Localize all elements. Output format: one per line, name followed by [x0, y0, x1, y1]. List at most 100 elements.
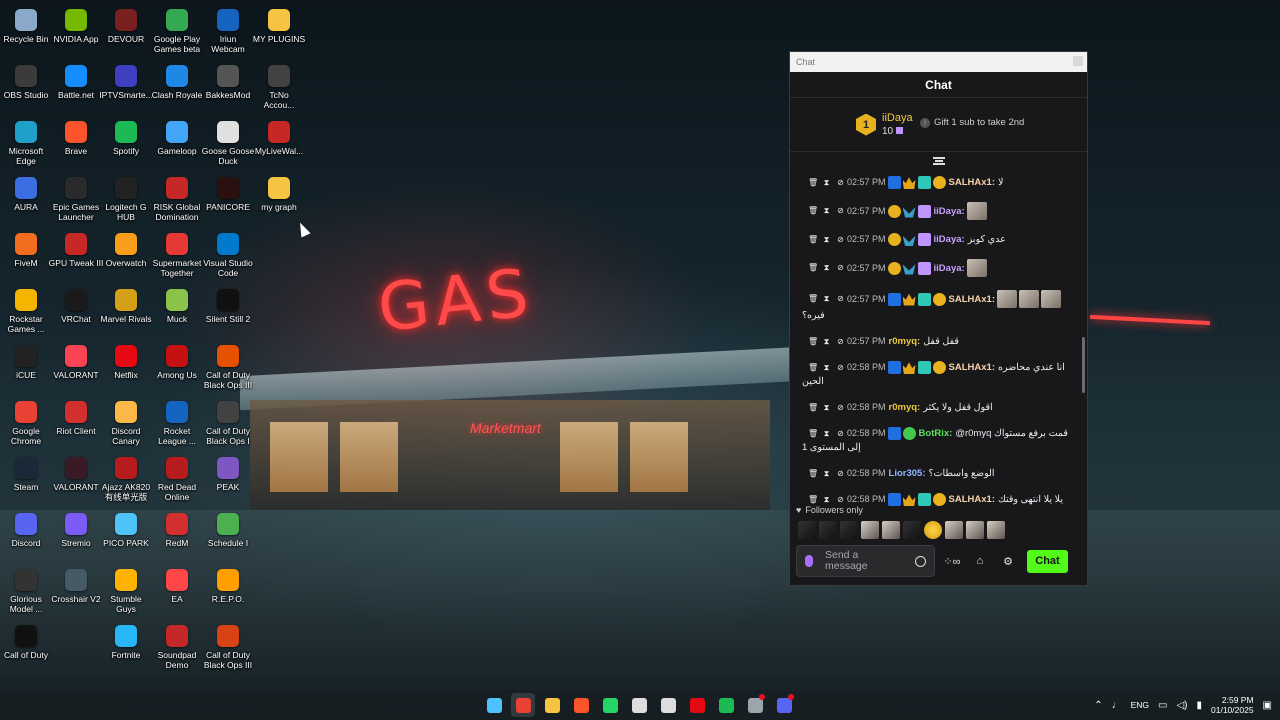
- ban-icon[interactable]: ⊘: [836, 402, 845, 414]
- chat-message[interactable]: 🗑 ⧗ ⊘ 02:58 PM Lior305: الوضع واسطات؟: [800, 461, 1075, 487]
- trash-icon[interactable]: 🗑: [808, 402, 818, 414]
- battery-icon[interactable]: ▮: [1196, 700, 1202, 711]
- desktop-icon[interactable]: Muck: [151, 284, 203, 324]
- ban-icon[interactable]: ⊘: [836, 205, 845, 217]
- network-icon[interactable]: ▭: [1158, 700, 1167, 711]
- settings-gear-icon[interactable]: ⚙: [997, 550, 1019, 572]
- desktop-icon[interactable]: Microsoft Edge: [0, 116, 52, 166]
- desktop-icon[interactable]: Riot Client: [50, 396, 102, 436]
- desktop-icon[interactable]: Among Us: [151, 340, 203, 380]
- window-titlebar[interactable]: Chat: [790, 52, 1087, 72]
- emote-button[interactable]: [882, 521, 900, 539]
- emote-button[interactable]: [924, 521, 942, 539]
- language-indicator[interactable]: ENG: [1131, 700, 1149, 710]
- desktop-icon[interactable]: Google Chrome: [0, 396, 52, 446]
- trash-icon[interactable]: 🗑: [808, 293, 818, 305]
- message-username[interactable]: r0myq:: [889, 402, 921, 413]
- trash-icon[interactable]: 🗑: [808, 205, 818, 217]
- chat-message[interactable]: 🗑 ⧗ ⊘ 02:57 PM iiDaya: عدي كوبز: [800, 227, 1075, 253]
- desktop-icon[interactable]: MyLiveWal...: [253, 116, 305, 156]
- message-username[interactable]: BotRix:: [919, 428, 953, 439]
- message-username[interactable]: SALHAx1:: [949, 177, 995, 188]
- message-username[interactable]: iiDaya:: [934, 263, 965, 274]
- trash-icon[interactable]: 🗑: [808, 468, 818, 480]
- desktop-icon[interactable]: Call of Duty Black Ops I: [202, 396, 254, 446]
- spotify-taskbar[interactable]: [714, 693, 738, 717]
- desktop-icon[interactable]: Overwatch: [100, 228, 152, 268]
- clock[interactable]: 2:59 PM 01/10/2025: [1211, 695, 1254, 715]
- desktop-icon[interactable]: TcNo Accou...: [253, 60, 305, 110]
- volume-icon[interactable]: ◁): [1176, 700, 1187, 711]
- desktop-icon[interactable]: R.E.P.O.: [202, 564, 254, 604]
- chat-message[interactable]: 🗑 ⧗ ⊘ 02:57 PM iiDaya:: [800, 253, 1075, 284]
- notification-icon[interactable]: ▣: [1263, 700, 1272, 711]
- trash-icon[interactable]: 🗑: [808, 234, 818, 246]
- timeout-icon[interactable]: ⧗: [822, 234, 831, 246]
- desktop-icon[interactable]: PANICORE: [202, 172, 254, 212]
- desktop-icon[interactable]: Clash Royale: [151, 60, 203, 100]
- g-hub-taskbar[interactable]: [627, 693, 651, 717]
- desktop-icon[interactable]: Iriun Webcam: [202, 4, 254, 54]
- timeout-icon[interactable]: ⧗: [822, 262, 831, 274]
- chat-message[interactable]: 🗑 ⧗ ⊘ 02:57 PM r0myq: قفل قفل: [800, 329, 1075, 355]
- desktop-icon[interactable]: RedM: [151, 508, 203, 548]
- desktop-icon[interactable]: Fortnite: [100, 620, 152, 660]
- ban-icon[interactable]: ⊘: [836, 494, 845, 506]
- trash-icon[interactable]: 🗑: [808, 336, 818, 348]
- trash-icon[interactable]: 🗑: [808, 362, 818, 374]
- desktop-icon[interactable]: Marvel Rivals: [100, 284, 152, 324]
- desktop-icon[interactable]: Netflix: [100, 340, 152, 380]
- trash-icon[interactable]: 🗑: [808, 428, 818, 440]
- desktop-icon[interactable]: EA: [151, 564, 203, 604]
- chat-message-list[interactable]: 🗑 ⧗ ⊘ 02:57 PM SALHAx1: لا 🗑 ⧗ ⊘ 02:57 PM iiDaya: 🗑…: [790, 170, 1087, 508]
- emote-button[interactable]: [966, 521, 984, 539]
- desktop-icon[interactable]: MY PLUGINS: [253, 4, 305, 44]
- discord-taskbar[interactable]: [772, 693, 796, 717]
- desktop-icon[interactable]: VALORANT: [50, 340, 102, 380]
- whatsapp-taskbar[interactable]: [598, 693, 622, 717]
- ban-icon[interactable]: ⊘: [836, 468, 845, 480]
- store-icon[interactable]: ⌂: [969, 550, 991, 572]
- desktop-icon[interactable]: iCUE: [0, 340, 52, 380]
- desktop-icon[interactable]: Recycle Bin: [0, 4, 52, 44]
- desktop-icon[interactable]: Call of Duty: [0, 620, 52, 660]
- top-gifter-panel[interactable]: 1 iiDaya 10 ⁝ Gift 1 sub to take 2nd: [790, 98, 1087, 152]
- timeout-icon[interactable]: ⧗: [822, 293, 831, 305]
- points-icon[interactable]: ⁘∞: [941, 550, 963, 572]
- ban-icon[interactable]: ⊘: [836, 262, 845, 274]
- ban-icon[interactable]: ⊘: [836, 428, 845, 440]
- desktop-icon[interactable]: Rocket League ...: [151, 396, 203, 446]
- message-username[interactable]: SALHAx1:: [949, 494, 995, 505]
- timeout-icon[interactable]: ⧗: [822, 494, 831, 506]
- desktop-icon[interactable]: Schedule I: [202, 508, 254, 548]
- filter-icon[interactable]: [932, 157, 945, 165]
- message-username[interactable]: SALHAx1:: [949, 362, 995, 373]
- timeout-icon[interactable]: ⧗: [822, 362, 831, 374]
- emote-button[interactable]: [987, 521, 1005, 539]
- ban-icon[interactable]: ⊘: [836, 362, 845, 374]
- desktop-icon[interactable]: Discord Canary: [100, 396, 152, 446]
- desktop-icon[interactable]: FiveM: [0, 228, 52, 268]
- microphone-tray-icon[interactable]: ♩: [1112, 700, 1122, 711]
- desktop-icon[interactable]: Logitech G HUB: [100, 172, 152, 222]
- desktop-icon[interactable]: BakkesMod: [202, 60, 254, 100]
- chat-message[interactable]: 🗑 ⧗ ⊘ 02:58 PM SALHAx1: انا عندي محاضره الحين: [800, 355, 1075, 395]
- emote-button[interactable]: [903, 521, 921, 539]
- timeout-icon[interactable]: ⧗: [822, 428, 831, 440]
- message-username[interactable]: Lior305:: [889, 468, 926, 479]
- desktop-icon[interactable]: GPU Tweak III: [49, 228, 103, 268]
- trash-icon[interactable]: 🗑: [808, 262, 818, 274]
- message-username[interactable]: iiDaya:: [934, 206, 965, 217]
- emote-button[interactable]: [819, 521, 837, 539]
- desktop-icon[interactable]: Ajazz AK820 有线单光版: [100, 452, 152, 502]
- message-username[interactable]: SALHAx1:: [949, 294, 995, 305]
- microphone-icon[interactable]: [805, 555, 813, 567]
- steam-taskbar[interactable]: [743, 693, 767, 717]
- desktop-icon[interactable]: OBS Studio: [0, 60, 52, 100]
- chat-message-input[interactable]: Send a message: [796, 545, 935, 577]
- ban-icon[interactable]: ⊘: [836, 177, 845, 189]
- desktop-icon[interactable]: Glorious Model ...: [0, 564, 52, 614]
- desktop-icon[interactable]: Rockstar Games ...: [0, 284, 52, 334]
- chat-message[interactable]: 🗑 ⧗ ⊘ 02:57 PM SALHAx1: لا: [800, 170, 1075, 196]
- gifter-username[interactable]: iiDaya: [882, 112, 913, 124]
